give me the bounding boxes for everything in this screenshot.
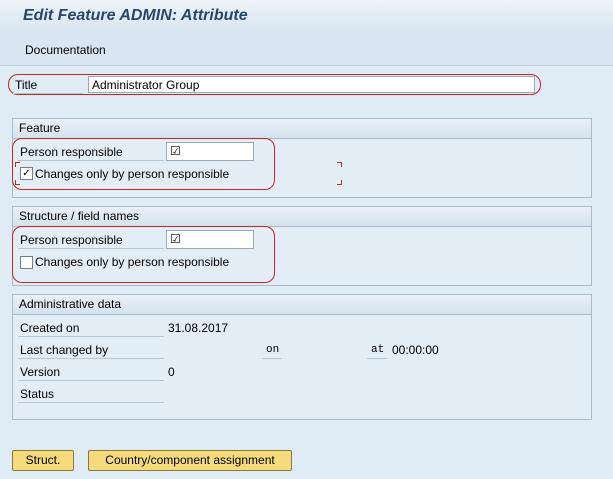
- version-value: 0: [168, 365, 175, 379]
- status-label: Status: [20, 387, 55, 401]
- at-value: 00:00:00: [392, 343, 439, 357]
- menu-bar: Documentation: [0, 33, 613, 66]
- title-label: Title: [15, 78, 38, 92]
- status-underline: [18, 402, 164, 403]
- window-title: Edit Feature ADMIN: Attribute: [23, 7, 248, 24]
- documentation-menu-item[interactable]: Documentation: [25, 43, 106, 57]
- country-assignment-button[interactable]: Country/component assignment: [88, 450, 292, 471]
- version-label: Version: [20, 365, 61, 379]
- last-changed-label: Last changed by: [20, 343, 109, 357]
- structure-group-header: Structure / field names: [13, 207, 591, 227]
- title-bar: Edit Feature ADMIN: Attribute: [0, 0, 613, 33]
- bracket-corner: [15, 162, 20, 167]
- at-label: at: [371, 344, 385, 356]
- structure-highlight: [12, 226, 275, 283]
- title-label-underline: [13, 93, 83, 94]
- at-underline: [367, 358, 387, 359]
- version-underline: [18, 380, 164, 381]
- feature-highlight: [12, 138, 275, 190]
- title-input[interactable]: Administrator Group: [88, 76, 535, 93]
- bracket-corner: [15, 180, 20, 185]
- last-changed-underline: [18, 358, 164, 359]
- bracket-corner: [337, 162, 342, 167]
- created-on-underline: [18, 336, 164, 337]
- created-on-value: 31.08.2017: [168, 321, 229, 335]
- created-on-label: Created on: [20, 321, 80, 335]
- on-label: on: [266, 344, 280, 356]
- feature-group-header: Feature: [13, 119, 591, 139]
- struct-button[interactable]: Struct.: [12, 450, 74, 471]
- admin-group-header: Administrative data: [13, 295, 591, 315]
- on-underline: [262, 358, 282, 359]
- bracket-corner: [337, 180, 342, 185]
